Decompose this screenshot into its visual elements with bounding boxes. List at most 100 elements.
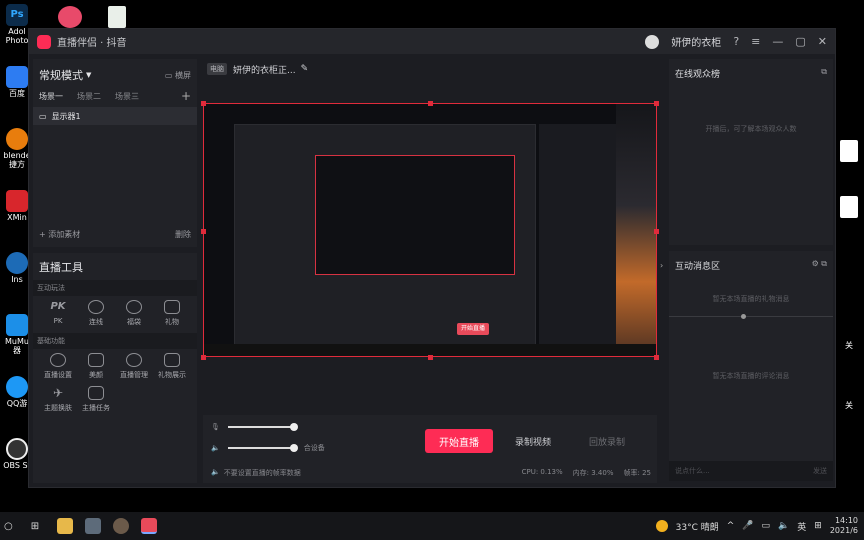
room-title[interactable]: 妍伊的衣柜正... [233,63,296,76]
tool-tasks[interactable]: 主播任务 [77,386,115,413]
microphone-icon[interactable]: 🎙 [211,423,220,431]
tools-title: 直播工具 [39,261,83,274]
volume-icon[interactable]: 🔈 [778,521,789,531]
windows-taskbar: ○ ⊞ 33°C 晴朗 ^ 🎤 ▭ 🔈 英 ⊞ 14:10 2021/6 [0,512,864,540]
app-title: 直播伴侣 · 抖音 [57,38,127,49]
collapse-arrow[interactable]: › [660,261,663,270]
weather-icon[interactable] [655,520,668,532]
preview-nested-preview [315,155,515,275]
tool-live-manage[interactable]: 直播管理 [115,353,153,380]
speaker-icon[interactable]: 🔈 [211,444,220,452]
preview-wallpaper [616,104,656,356]
file-icon [840,196,858,218]
tool-theme[interactable]: ✈ 主题换肤 [39,386,77,413]
tool-label: 直播管理 [120,371,148,379]
mic-volume-slider[interactable] [227,423,298,431]
mic-tray-icon[interactable]: 🎤 [742,521,753,531]
search-icon[interactable]: ○ [4,521,13,532]
scene-tab-3[interactable]: 场景三 [115,91,139,102]
right-column: 在线观众榜 ⧉ 开播后，可了解本场观众人数 互动消息区 ⚙ ⧉ 暂无本场直播的礼… [669,59,833,483]
slider-knob[interactable] [289,444,298,452]
resize-handle[interactable] [428,101,433,106]
record-video-button[interactable]: 录制视频 [515,435,551,448]
user-avatar[interactable] [645,34,660,49]
tool-lucky-bag[interactable]: 福袋 [115,300,153,327]
ime-grid-icon[interactable]: ⊞ [814,521,822,531]
resize-handle[interactable] [201,101,206,106]
panel-divider[interactable] [669,314,833,319]
calculator-icon[interactable] [85,518,102,534]
chevron-down-icon[interactable]: ▼ [86,71,91,79]
hint-text[interactable]: 不要设置直播的帧率数据 [224,468,301,478]
desktop-right-icon[interactable] [834,196,864,218]
monitor-icon: ▭ [164,70,175,80]
popout-icon[interactable]: ⧉ [821,67,827,77]
replay-record-button[interactable]: 回放录制 [589,435,625,448]
go-live-button[interactable]: 开始直播 [425,429,493,453]
resize-handle[interactable] [201,355,206,360]
paper-plane-icon: ✈ [52,386,64,400]
app-avatar-icon[interactable] [113,518,130,534]
message-input[interactable]: 说点什么... [675,466,710,476]
send-button[interactable]: 发送 [813,466,827,476]
mode-dropdown[interactable]: 常规模式 [39,67,83,83]
resize-handle[interactable] [654,355,659,360]
tool-beauty[interactable]: 美颜 [77,353,115,380]
cpu-usage: CPU: 0.13% [521,468,563,476]
desktop-right-icon[interactable] [834,140,864,162]
desktop-right-label: 关 [845,401,853,410]
resize-handle[interactable] [428,355,433,360]
scene-tab-1[interactable]: 场景一 [39,91,63,102]
pk-icon: PK [50,301,66,312]
weather-text[interactable]: 33°C 晴朗 [676,520,719,533]
maximize-button[interactable]: ▢ [795,35,805,48]
interaction-title: 互动消息区 [675,262,721,272]
source-item-display[interactable]: ▭ 显示器1 [33,107,197,125]
tool-pk[interactable]: PK PK [39,300,77,327]
add-scene-button[interactable]: + [181,89,191,103]
desktop-top-app-icon[interactable] [58,6,82,28]
settings-popout-icons[interactable]: ⚙ ⧉ [812,259,827,269]
center-column: 电脑 妍伊的衣柜正... ✎ 开始直播 🎙 🔈 合设备 开始直播 录制视频 回放… [201,59,659,483]
edit-icon[interactable]: ✎ [301,64,309,74]
tray-chevron-icon[interactable]: ^ [727,521,735,531]
task-view-icon[interactable]: ⊞ [31,521,39,532]
resize-handle[interactable] [654,229,659,234]
desktop-icon-label: XMin [7,213,27,222]
stream-preview[interactable]: 开始直播 [203,103,657,357]
tool-link[interactable]: 连线 [77,300,115,327]
network-icon[interactable]: ▭ [762,521,771,531]
resize-handle[interactable] [201,229,206,234]
slider-knob[interactable] [289,423,298,431]
gift-empty: 暂无本场直播的礼物消息 [712,295,790,303]
desktop-top-file-icon[interactable] [108,6,126,28]
ime-indicator[interactable]: 英 [797,520,806,533]
tool-label: 连线 [89,318,103,326]
landscape-toggle[interactable]: ▭ 横屏 [165,70,191,81]
live-companion-taskbar-icon[interactable] [141,518,158,534]
resize-handle[interactable] [654,101,659,106]
add-material-button[interactable]: + 添加素材 [39,229,80,240]
tool-gift-show[interactable]: 礼物展示 [153,353,191,380]
divider-handle[interactable] [741,314,746,319]
speaker-volume-slider[interactable] [227,444,298,452]
message-input-row: 说点什么... 发送 [669,461,833,481]
file-explorer-icon[interactable] [57,518,74,534]
control-bar: 🎙 🔈 合设备 开始直播 录制视频 回放录制 🔈 不要设置直播的帧率数据 CPU… [203,415,657,483]
help-icon[interactable]: ? [733,35,739,48]
desktop-icon-label: QQ游 [6,399,28,408]
tool-live-settings[interactable]: 直播设置 [39,353,77,380]
photoshop-icon: Ps [6,4,28,26]
manage-icon [126,353,142,367]
clock[interactable]: 14:10 2021/6 [830,516,858,536]
delete-button[interactable]: 删除 [175,229,191,240]
clock-time: 14:10 [834,516,858,525]
menu-icon[interactable]: ≡ [751,35,760,48]
user-name[interactable]: 妍伊的衣柜 [671,34,721,49]
close-button[interactable]: ✕ [818,35,827,48]
minimize-button[interactable]: — [772,35,783,48]
scene-tab-2[interactable]: 场景二 [77,91,101,102]
tool-gift[interactable]: 礼物 [153,300,191,327]
tool-label: 礼物展示 [158,371,186,379]
tool-label: 主题换肤 [44,404,72,412]
